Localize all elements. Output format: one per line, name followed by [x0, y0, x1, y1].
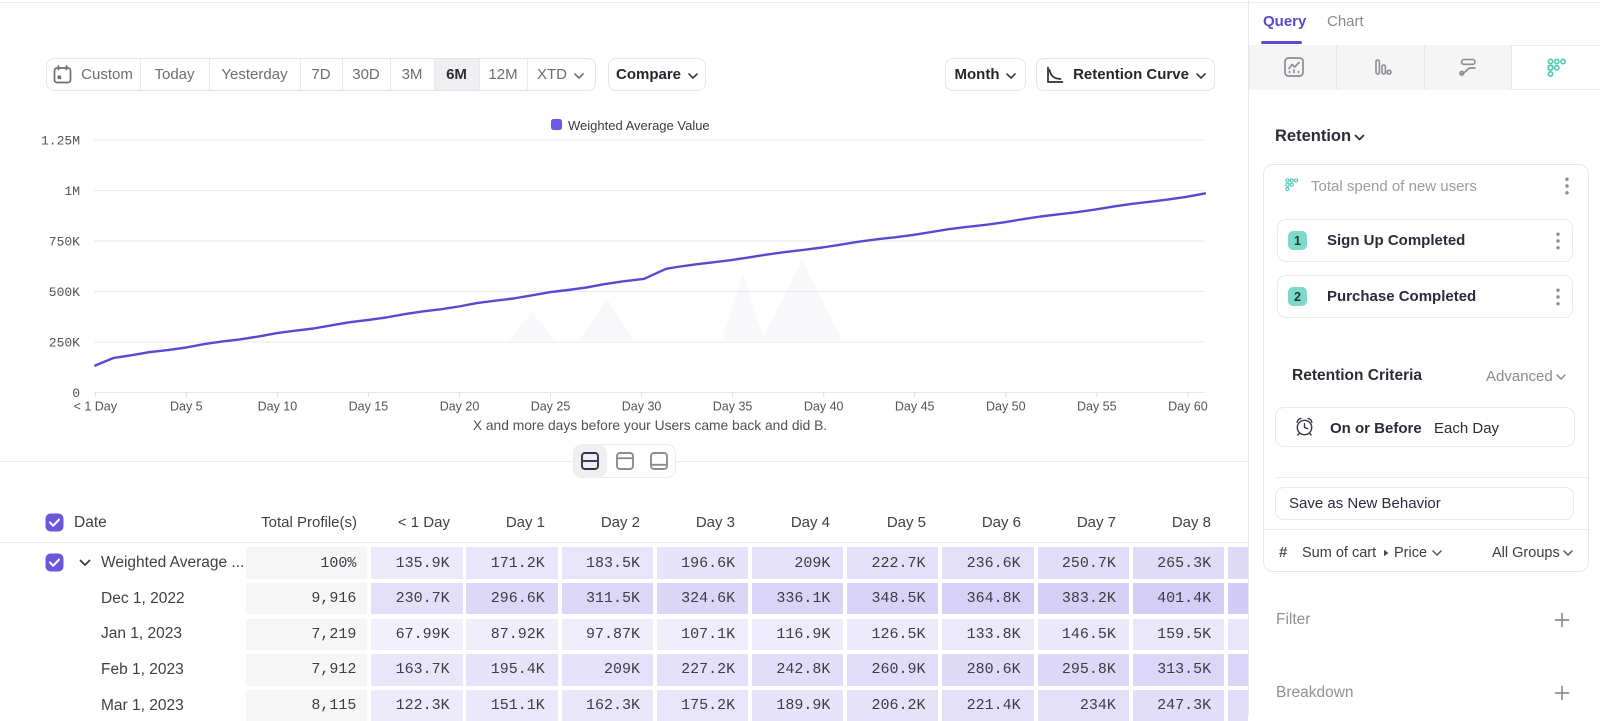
svg-text:Day 30: Day 30	[622, 400, 662, 414]
svg-text:< 1 Day: < 1 Day	[74, 400, 118, 414]
svg-text:250K: 250K	[49, 336, 80, 351]
svg-text:Day 60: Day 60	[1168, 400, 1208, 414]
svg-text:Day 55: Day 55	[1077, 400, 1117, 414]
svg-text:1.25M: 1.25M	[41, 134, 80, 149]
svg-text:500K: 500K	[49, 285, 80, 300]
svg-text:Day 25: Day 25	[531, 400, 571, 414]
svg-text:Day 35: Day 35	[713, 400, 753, 414]
svg-text:Day 10: Day 10	[258, 400, 298, 414]
svg-text:Day 50: Day 50	[986, 400, 1026, 414]
svg-text:Day 5: Day 5	[170, 400, 203, 414]
svg-text:Day 40: Day 40	[804, 400, 844, 414]
svg-text:Day 15: Day 15	[349, 400, 389, 414]
svg-text:750K: 750K	[49, 235, 80, 250]
svg-text:Day 45: Day 45	[895, 400, 935, 414]
svg-text:1M: 1M	[64, 184, 80, 199]
svg-text:Day 20: Day 20	[440, 400, 480, 414]
